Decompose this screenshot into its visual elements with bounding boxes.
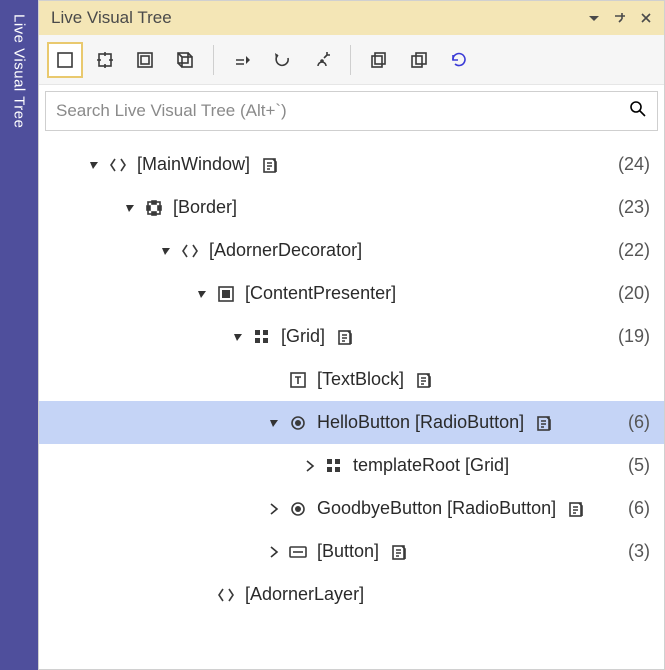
view-source-icon[interactable] — [534, 413, 554, 433]
tree-row[interactable]: HelloButton [RadioButton] (6) — [39, 401, 664, 444]
radio-icon — [287, 498, 309, 520]
tree-item-label: [Border] — [173, 197, 237, 218]
toolbar-go-to-live-button[interactable] — [224, 42, 260, 78]
tree-row[interactable]: [AdornerDecorator] (22) — [39, 229, 664, 272]
tree-row[interactable]: [AdornerLayer] — [39, 573, 664, 616]
collapse-icon[interactable] — [85, 156, 103, 174]
descendant-count: (6) — [628, 412, 650, 433]
collapse-icon[interactable] — [157, 242, 175, 260]
tree-row[interactable]: [MainWindow] (24) — [39, 143, 664, 186]
collapse-icon[interactable] — [265, 414, 283, 432]
live-visual-tree-panel: Live Visual Tree [MainWindow] (24) [Border… — [38, 0, 665, 670]
toolbar-expand-all-button[interactable] — [401, 42, 437, 78]
radio-icon — [287, 412, 309, 434]
search-icon[interactable] — [629, 100, 647, 123]
tree-item-label: [Grid] — [281, 326, 325, 347]
toolbar-separator — [350, 45, 351, 75]
toolbar-track-focused-button[interactable] — [127, 42, 163, 78]
view-source-icon[interactable] — [566, 499, 586, 519]
toolbar-separator — [213, 45, 214, 75]
element-icon — [179, 240, 201, 262]
tree-item-label: [AdornerLayer] — [245, 584, 364, 605]
expand-icon[interactable] — [265, 500, 283, 518]
toolbar-toggle-2d-button[interactable] — [167, 42, 203, 78]
view-source-icon[interactable] — [335, 327, 355, 347]
tree-row[interactable]: [Grid] (19) — [39, 315, 664, 358]
tree-item-label: HelloButton [RadioButton] — [317, 412, 524, 433]
content-icon — [215, 283, 237, 305]
toolbar — [39, 35, 664, 85]
descendant-count: (6) — [628, 498, 650, 519]
collapse-icon[interactable] — [193, 285, 211, 303]
element-icon — [107, 154, 129, 176]
tree-row[interactable]: [TextBlock] — [39, 358, 664, 401]
tree-row[interactable]: [Button] (3) — [39, 530, 664, 573]
view-source-icon[interactable] — [260, 155, 280, 175]
tree-row[interactable]: [ContentPresenter] (20) — [39, 272, 664, 315]
search-bar — [45, 91, 658, 131]
tree-item-label: [TextBlock] — [317, 369, 404, 390]
descendant-count: (22) — [618, 240, 650, 261]
descendant-count: (3) — [628, 541, 650, 562]
tree-item-label: templateRoot [Grid] — [353, 455, 509, 476]
search-input[interactable] — [56, 101, 629, 121]
titlebar-title: Live Visual Tree — [51, 8, 578, 28]
descendant-count: (23) — [618, 197, 650, 218]
descendant-count: (5) — [628, 455, 650, 476]
toolbar-collapse-all-button[interactable] — [361, 42, 397, 78]
tree-item-label: [AdornerDecorator] — [209, 240, 362, 261]
descendant-count: (24) — [618, 154, 650, 175]
collapse-icon[interactable] — [121, 199, 139, 217]
tree-row[interactable]: [Border] (23) — [39, 186, 664, 229]
tool-window-tab[interactable]: Live Visual Tree — [0, 0, 38, 670]
grid-icon — [323, 455, 345, 477]
tree-row[interactable]: GoodbyeButton [RadioButton] (6) — [39, 487, 664, 530]
border-icon — [143, 197, 165, 219]
tree-item-label: GoodbyeButton [RadioButton] — [317, 498, 556, 519]
tree-item-label: [MainWindow] — [137, 154, 250, 175]
toolbar-refresh-button[interactable] — [441, 42, 477, 78]
view-source-icon[interactable] — [414, 370, 434, 390]
toolbar-select-element-button[interactable] — [47, 42, 83, 78]
tree-item-label: [ContentPresenter] — [245, 283, 396, 304]
grid-icon — [251, 326, 273, 348]
pin-icon[interactable] — [610, 8, 630, 28]
expand-icon[interactable] — [301, 457, 319, 475]
element-icon — [215, 584, 237, 606]
tree-item-label: [Button] — [317, 541, 379, 562]
descendant-count: (20) — [618, 283, 650, 304]
collapse-icon[interactable] — [229, 328, 247, 346]
window-menu-icon[interactable] — [584, 8, 604, 28]
toolbar-options-button[interactable] — [304, 42, 340, 78]
tool-window-tab-label: Live Visual Tree — [11, 14, 28, 128]
text-icon — [287, 369, 309, 391]
tree-row[interactable]: templateRoot [Grid] (5) — [39, 444, 664, 487]
titlebar: Live Visual Tree — [39, 1, 664, 35]
toolbar-show-layout-adorners-button[interactable] — [87, 42, 123, 78]
descendant-count: (19) — [618, 326, 650, 347]
visual-tree: [MainWindow] (24) [Border] (23) [AdornerDeco… — [39, 137, 664, 669]
expand-icon[interactable] — [265, 543, 283, 561]
close-icon[interactable] — [636, 8, 656, 28]
button-icon — [287, 541, 309, 563]
view-source-icon[interactable] — [389, 542, 409, 562]
toolbar-undo-button[interactable] — [264, 42, 300, 78]
